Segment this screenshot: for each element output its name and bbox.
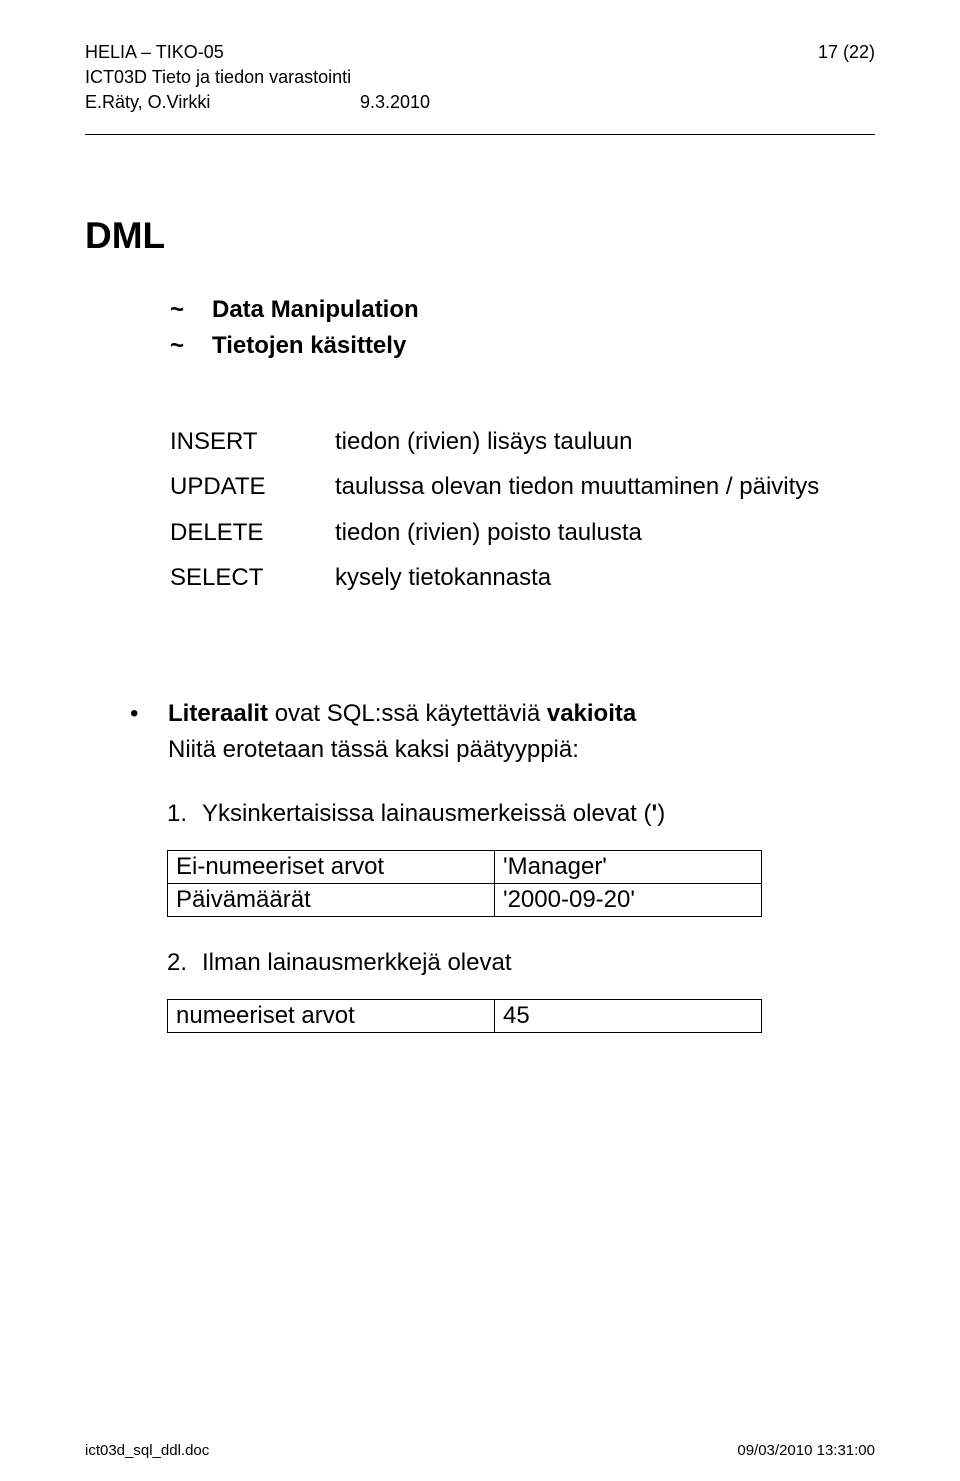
table-cell: '2000-09-20' xyxy=(495,883,762,916)
bullet-dot-icon: • xyxy=(130,696,168,768)
numbered-item-2: 2. Ilman lainausmerkkejä olevat xyxy=(167,945,875,981)
command-desc: tiedon (rivien) poisto taulusta xyxy=(335,510,642,556)
header-line1: HELIA – TIKO-05 17 (22) xyxy=(85,40,875,65)
bullet-bold: vakioita xyxy=(547,700,636,727)
table-cell: 45 xyxy=(495,999,762,1032)
command-row: SELECT kysely tietokannasta xyxy=(170,555,875,601)
table-cell: Ei-numeeriset arvot xyxy=(168,850,495,883)
page-number: 17 (22) xyxy=(818,40,875,65)
command-name: SELECT xyxy=(170,555,335,601)
table-cell: Päivämäärät xyxy=(168,883,495,916)
command-name: INSERT xyxy=(170,419,335,465)
item-text: Ilman lainausmerkkejä olevat xyxy=(202,945,511,981)
bullet-line2: Niitä erotetaan tässä kaksi päätyyppiä: xyxy=(168,736,579,763)
footer-timestamp: 09/03/2010 13:31:00 xyxy=(737,1442,875,1459)
command-desc: kysely tietokannasta xyxy=(335,555,551,601)
tilde-row: ~ Data Manipulation xyxy=(170,292,875,328)
author: E.Räty, O.Virkki xyxy=(85,90,360,115)
page: HELIA – TIKO-05 17 (22) ICT03D Tieto ja … xyxy=(0,0,960,1481)
table-row: Päivämäärät '2000-09-20' xyxy=(168,883,762,916)
header-date: 9.3.2010 xyxy=(360,90,430,115)
command-row: INSERT tiedon (rivien) lisäys tauluun xyxy=(170,419,875,465)
item-number: 2. xyxy=(167,945,202,981)
tilde-mark: ~ xyxy=(170,292,212,328)
bullet-list: • Literaalit ovat SQL:ssä käytettäviä va… xyxy=(130,696,875,768)
footer-filename: ict03d_sql_ddl.doc xyxy=(85,1442,209,1459)
main-content: DML ~ Data Manipulation ~ Tietojen käsit… xyxy=(85,215,875,1033)
command-row: UPDATE taulussa olevan tiedon muuttamine… xyxy=(170,464,875,510)
header-line3: E.Räty, O.Virkki 9.3.2010 xyxy=(85,90,875,115)
command-row: DELETE tiedon (rivien) poisto taulusta xyxy=(170,510,875,556)
command-name: UPDATE xyxy=(170,464,335,510)
table-cell: 'Manager' xyxy=(495,850,762,883)
item-number: 1. xyxy=(167,796,202,832)
tilde-text: Tietojen käsittely xyxy=(212,328,406,364)
command-desc: taulussa olevan tiedon muuttaminen / päi… xyxy=(335,464,819,510)
item-text: Yksinkertaisissa lainausmerkeissä olevat… xyxy=(202,796,665,832)
table-cell: numeeriset arvot xyxy=(168,999,495,1032)
table-row: numeeriset arvot 45 xyxy=(168,999,762,1032)
header-line2: ICT03D Tieto ja tiedon varastointi xyxy=(85,65,875,90)
tilde-text: Data Manipulation xyxy=(212,292,419,328)
page-title: DML xyxy=(85,215,875,257)
quoted-literals-table: Ei-numeeriset arvot 'Manager' Päivämäärä… xyxy=(167,850,762,917)
command-desc: tiedon (rivien) lisäys tauluun xyxy=(335,419,632,465)
tilde-mark: ~ xyxy=(170,328,212,364)
header-left-1: HELIA – TIKO-05 xyxy=(85,40,224,65)
command-name: DELETE xyxy=(170,510,335,556)
header-divider xyxy=(85,134,875,135)
footer: ict03d_sql_ddl.doc 09/03/2010 13:31:00 xyxy=(85,1442,875,1459)
header-left-2: ICT03D Tieto ja tiedon varastointi xyxy=(85,65,351,90)
bullet-mid: ovat SQL:ssä käytettäviä xyxy=(268,700,547,727)
table-row: Ei-numeeriset arvot 'Manager' xyxy=(168,850,762,883)
bullet-bold: Literaalit xyxy=(168,700,268,727)
numbered-item-1: 1. Yksinkertaisissa lainausmerkeissä ole… xyxy=(167,796,875,832)
tilde-list: ~ Data Manipulation ~ Tietojen käsittely xyxy=(170,292,875,364)
tilde-row: ~ Tietojen käsittely xyxy=(170,328,875,364)
bullet-item: • Literaalit ovat SQL:ssä käytettäviä va… xyxy=(130,696,875,768)
bullet-text: Literaalit ovat SQL:ssä käytettäviä vaki… xyxy=(168,696,636,768)
unquoted-literals-table: numeeriset arvot 45 xyxy=(167,999,762,1033)
command-list: INSERT tiedon (rivien) lisäys tauluun UP… xyxy=(170,419,875,601)
